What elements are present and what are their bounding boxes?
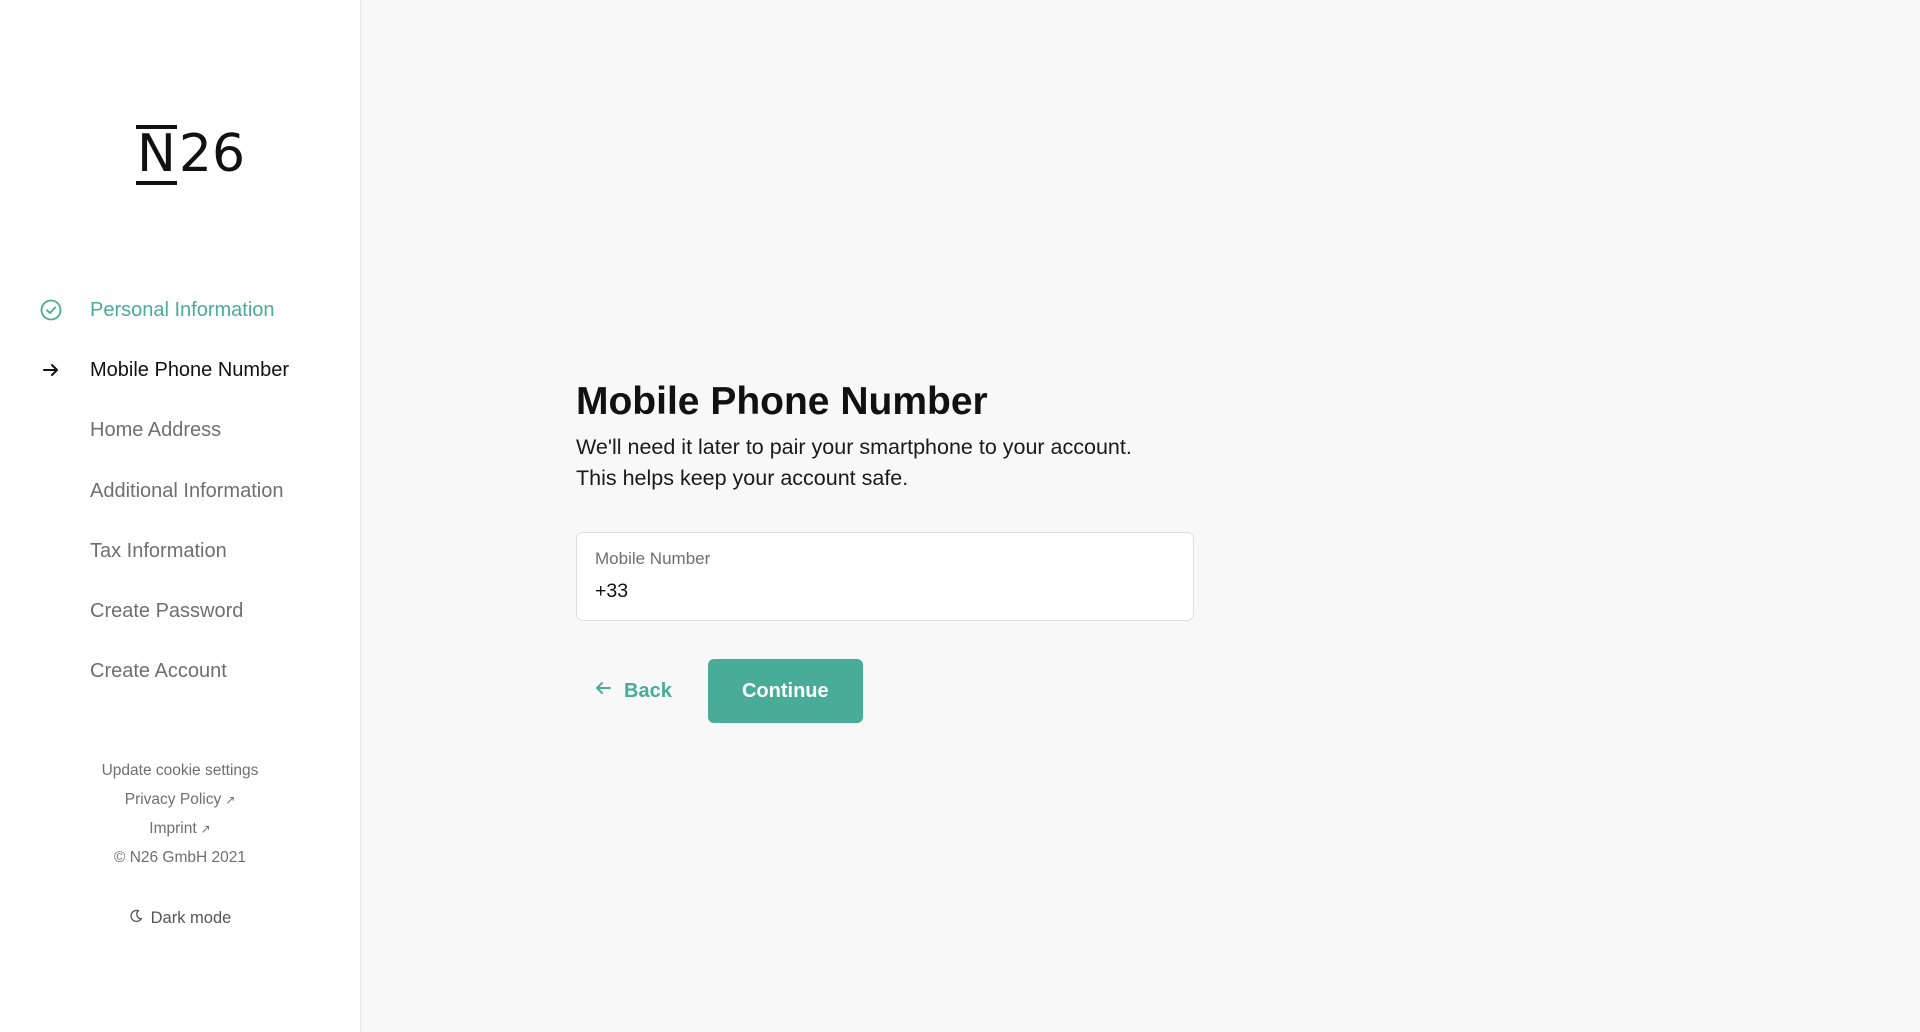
step-label: Home Address bbox=[90, 419, 222, 442]
arrow-left-icon bbox=[594, 679, 612, 703]
continue-button[interactable]: Continue bbox=[707, 659, 863, 723]
step-label: Personal Information bbox=[90, 298, 275, 321]
main-content: Mobile Phone Number We'll need it later … bbox=[360, 0, 1920, 1032]
logo-letter: N bbox=[136, 124, 177, 185]
signup-steps: Personal Information Mobile Phone Number… bbox=[0, 280, 360, 702]
step-tax-information: Tax Information bbox=[0, 521, 360, 581]
step-label: Create Password bbox=[90, 600, 244, 623]
subtitle-line-1: We'll need it later to pair your smartph… bbox=[576, 435, 1132, 459]
mobile-number-field[interactable]: Mobile Number +33 bbox=[576, 532, 1194, 621]
logo-digits: 26 bbox=[178, 124, 246, 184]
arrow-right-icon bbox=[40, 359, 62, 381]
step-mobile-phone-number[interactable]: Mobile Phone Number bbox=[0, 340, 360, 400]
page-subtitle: We'll need it later to pair your smartph… bbox=[576, 432, 1216, 494]
form-actions: Back Continue bbox=[576, 659, 1216, 723]
sidebar-footer: Update cookie settings Privacy Policy ↗ I… bbox=[0, 756, 360, 872]
step-create-password: Create Password bbox=[0, 581, 360, 641]
privacy-policy-label: Privacy Policy bbox=[124, 791, 222, 808]
step-label: Create Account bbox=[90, 660, 227, 683]
check-circle-icon bbox=[40, 299, 62, 321]
subtitle-line-2: This helps keep your account safe. bbox=[576, 466, 909, 490]
back-button[interactable]: Back bbox=[576, 659, 690, 723]
back-label: Back bbox=[624, 679, 672, 702]
n26-logo: N 26 bbox=[136, 122, 245, 186]
moon-icon bbox=[129, 909, 143, 928]
sidebar: N 26 Personal Information Mobile Phone N… bbox=[0, 0, 360, 1032]
step-label: Mobile Phone Number bbox=[90, 358, 289, 381]
privacy-policy-link[interactable]: Privacy Policy ↗ bbox=[0, 785, 360, 814]
step-label: Tax Information bbox=[90, 539, 227, 562]
page-title: Mobile Phone Number bbox=[576, 380, 988, 423]
step-create-account: Create Account bbox=[0, 642, 360, 702]
dark-mode-label: Dark mode bbox=[150, 909, 232, 927]
mobile-number-input[interactable]: +33 bbox=[595, 577, 1175, 605]
cookie-settings-link[interactable]: Update cookie settings bbox=[0, 756, 360, 785]
step-label: Additional Information bbox=[90, 479, 284, 502]
app: N 26 Personal Information Mobile Phone N… bbox=[0, 0, 1920, 1032]
copyright-text: © N26 GmbH 2021 bbox=[113, 849, 247, 866]
external-link-icon: ↗ bbox=[200, 822, 211, 836]
step-personal-information[interactable]: Personal Information bbox=[0, 280, 360, 340]
step-home-address: Home Address bbox=[0, 401, 360, 461]
step-additional-information: Additional Information bbox=[0, 461, 360, 521]
external-link-icon: ↗ bbox=[225, 793, 236, 807]
dark-mode-toggle[interactable]: Dark mode bbox=[0, 909, 360, 928]
phone-form: Mobile Phone Number We'll need it later … bbox=[576, 378, 1216, 723]
imprint-link[interactable]: Imprint ↗ bbox=[0, 814, 360, 843]
imprint-label: Imprint bbox=[149, 820, 197, 837]
mobile-number-label: Mobile Number bbox=[595, 549, 711, 568]
